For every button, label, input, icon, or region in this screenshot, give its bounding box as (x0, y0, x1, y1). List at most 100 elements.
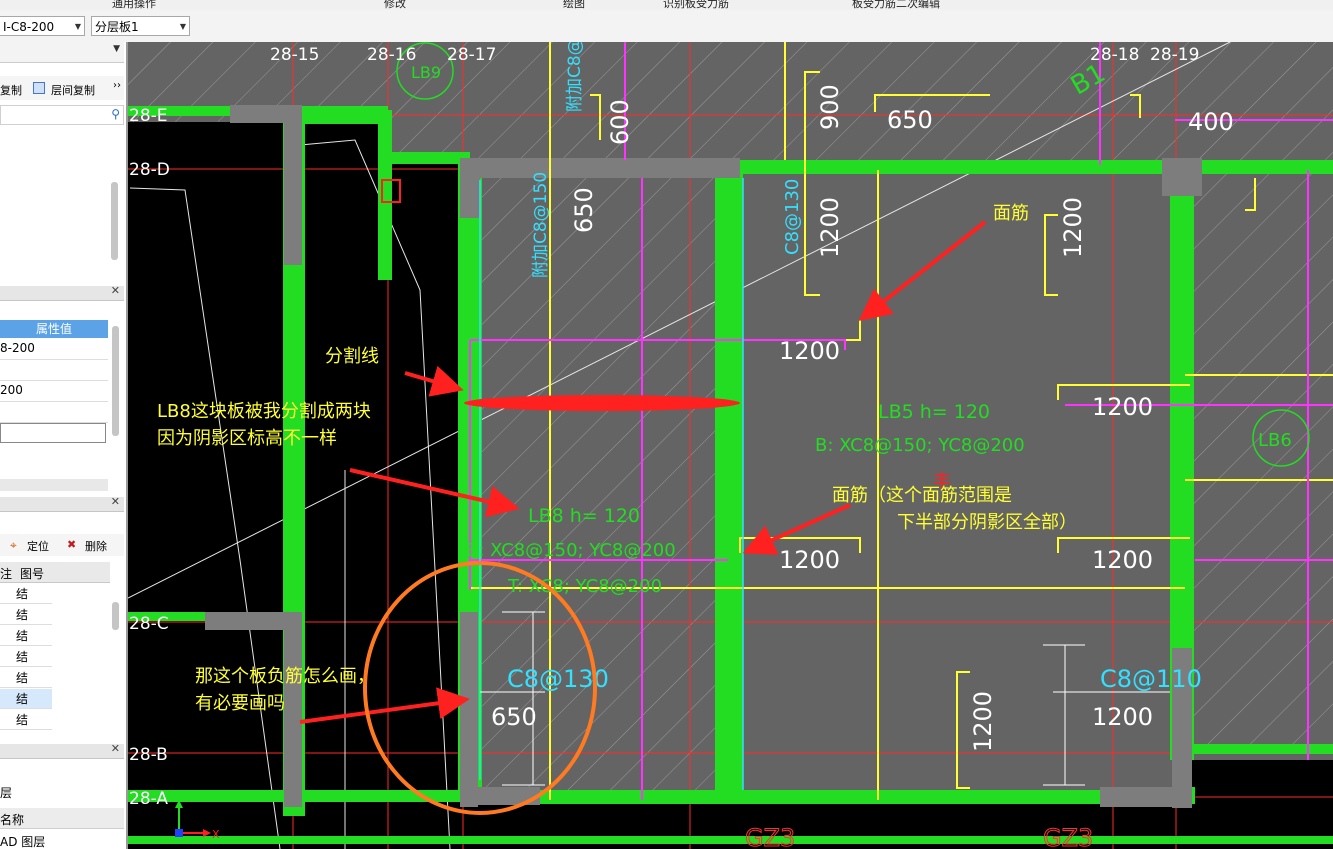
dim-1200-h3: 1200 (779, 546, 840, 574)
dim-650-low: 650 (491, 703, 537, 731)
gz3-label: GZ3 (745, 824, 795, 849)
chevron-down-icon[interactable]: ▼ (113, 44, 120, 54)
dim-900: 900 (816, 84, 844, 130)
dim-1200-h1: 1200 (779, 337, 840, 365)
lb8-top-rebar: T: XC8; YC8@200 (507, 576, 662, 597)
selector-toolbar: I-C8-200 ▼ 分层板1 ▼ (0, 10, 1333, 43)
locate-button[interactable]: 定位 (27, 538, 49, 554)
component-select-value: I-C8-200 (3, 20, 55, 34)
note-question-2: 有必要画吗 (195, 693, 285, 714)
close-icon[interactable]: ✕ (111, 495, 120, 508)
close-icon[interactable]: ✕ (111, 742, 120, 755)
delete-button[interactable]: 删除 (85, 538, 107, 554)
grid-label: 28-A (129, 789, 168, 809)
grid-label: 28-15 (270, 45, 319, 65)
property-row[interactable] (0, 359, 108, 381)
lb8-bottom-rebar: B: XC8@150; YC8@200 (466, 540, 676, 561)
layer-select[interactable]: 分层板1 ▼ (91, 16, 190, 36)
chevron-down-icon: ▼ (179, 22, 186, 31)
note-lb8-2: 因为阴影区标高不一样 (157, 428, 337, 449)
drawing-list-scrollbar[interactable] (112, 602, 119, 630)
lb8-title: LB8 h= 120 (528, 505, 640, 527)
left-panel: ▼ 复制 层间复制 ›› ⚲ ✕ 属性值 8-200 200 ✕ ⌖ 定位 ✖ … (0, 42, 128, 849)
chevron-down-icon: ▼ (74, 22, 81, 31)
panel1-header: ▼ (0, 42, 124, 63)
layer-select-value: 分层板1 (95, 20, 139, 34)
note-lb8-1: LB8这块板被我分割成两块 (157, 401, 371, 422)
delete-icon: ✖ (67, 538, 77, 551)
lb5-rebar: B: XC8@150; YC8@200 (815, 435, 1025, 456)
note-top-bar-2a: 面筋（这个面筋范围是 (832, 485, 1012, 506)
copy-icon (33, 82, 45, 94)
copy-button[interactable]: 复制 (0, 82, 22, 98)
dim-1200-v2: 1200 (1059, 197, 1087, 258)
dim-1200-v3: 1200 (969, 691, 997, 752)
slab-lb9: LB9 (411, 63, 441, 82)
dim-1200-v1: 1200 (816, 197, 844, 258)
cad-canvas[interactable]: 28-15 28-16 28-17 28-18 28-19 28-E 28-D … (128, 42, 1333, 849)
table-row[interactable]: 结 (0, 647, 52, 667)
table-row[interactable]: 结 (0, 626, 52, 646)
layer-list-header: 名称 (0, 808, 124, 829)
property-row[interactable] (0, 401, 108, 423)
table-row[interactable]: 结 (0, 605, 52, 625)
table-row[interactable]: 结 (0, 668, 52, 688)
cad-drawing: 28-15 28-16 28-17 28-18 28-19 28-E 28-D … (128, 42, 1333, 849)
rebar-c8-110: C8@110 (1100, 665, 1202, 693)
property-edit-field[interactable] (0, 423, 106, 443)
note-split-line: 分割线 (325, 346, 379, 367)
property-value-header: 属性值 (0, 320, 108, 338)
dim-1200-h2: 1200 (1092, 393, 1153, 421)
panel1-scrollbar[interactable] (111, 182, 118, 260)
rebar-c8-130-vertical: C8@130 (782, 179, 803, 255)
dim-600: 600 (606, 99, 634, 145)
cad-layer-label: AD 图层 (0, 835, 46, 849)
grid-label: 28-D (129, 160, 170, 180)
table-row[interactable]: 结 (0, 584, 52, 604)
close-icon[interactable]: ✕ (111, 284, 120, 297)
col-header-name: 名称 (0, 813, 25, 827)
dim-1200-h4: 1200 (1092, 546, 1153, 574)
layer-label: 层 (0, 786, 13, 800)
axis-x-label: X (212, 828, 220, 841)
grid-label: 28-17 (447, 45, 496, 65)
property-row[interactable]: 200 (0, 380, 108, 402)
panel1-tools: 复制 层间复制 ›› (0, 76, 124, 100)
layers-title: ✕ (0, 742, 124, 759)
dim-650-top: 650 (887, 106, 933, 134)
property-row[interactable]: 8-200 (0, 338, 108, 360)
table-row[interactable]: 结 (0, 710, 52, 730)
add-rebar-c8-top: 附加C8@1 (565, 42, 585, 112)
note-top-bar-1: 面筋 (993, 203, 1029, 224)
slab-lb6: LB6 (1258, 430, 1292, 451)
grid-label: 28-B (129, 745, 168, 765)
locate-icon: ⌖ (10, 538, 17, 552)
drawing-list-header: 注 图号 (0, 562, 110, 583)
note-question-1: 那这个板负筋怎么画， (195, 666, 375, 687)
grid-label: 28-19 (1150, 45, 1199, 65)
drawing-list-tools: ⌖ 定位 ✖ 删除 (0, 534, 124, 556)
split-line-highlight (464, 395, 740, 411)
floor-copy-button[interactable]: 层间复制 (51, 82, 95, 98)
col-header-drawing-no: 图号 (20, 567, 45, 581)
component-select[interactable]: I-C8-200 ▼ (0, 16, 85, 36)
note-top-bar-2b: 下半部分阴影区全部） (897, 512, 1077, 533)
properties-title: ✕ (0, 284, 124, 301)
col-header-note: 注 (0, 567, 13, 581)
grid-label: 28-C (129, 614, 169, 634)
lb5-title: LB5 h= 120 (878, 401, 990, 423)
dim-400: 400 (1188, 108, 1234, 136)
grid-label: 28-16 (367, 45, 416, 65)
search-input[interactable]: ⚲ (0, 105, 124, 125)
properties-h-scrollbar[interactable] (0, 479, 108, 491)
search-icon[interactable]: ⚲ (111, 107, 120, 121)
dim-650-vertical: 650 (570, 187, 598, 233)
table-row-selected[interactable]: 结 (0, 689, 52, 709)
drawing-list-title: ✕ (0, 495, 124, 512)
more-icon[interactable]: ›› (113, 80, 121, 91)
grid-label: 28-E (129, 106, 168, 126)
dim-1200-h5: 1200 (1092, 703, 1153, 731)
properties-scrollbar[interactable] (112, 326, 119, 436)
cad-layer-row[interactable]: AD 图层 (0, 830, 124, 849)
gz3-label: GZ3 (1043, 824, 1093, 849)
